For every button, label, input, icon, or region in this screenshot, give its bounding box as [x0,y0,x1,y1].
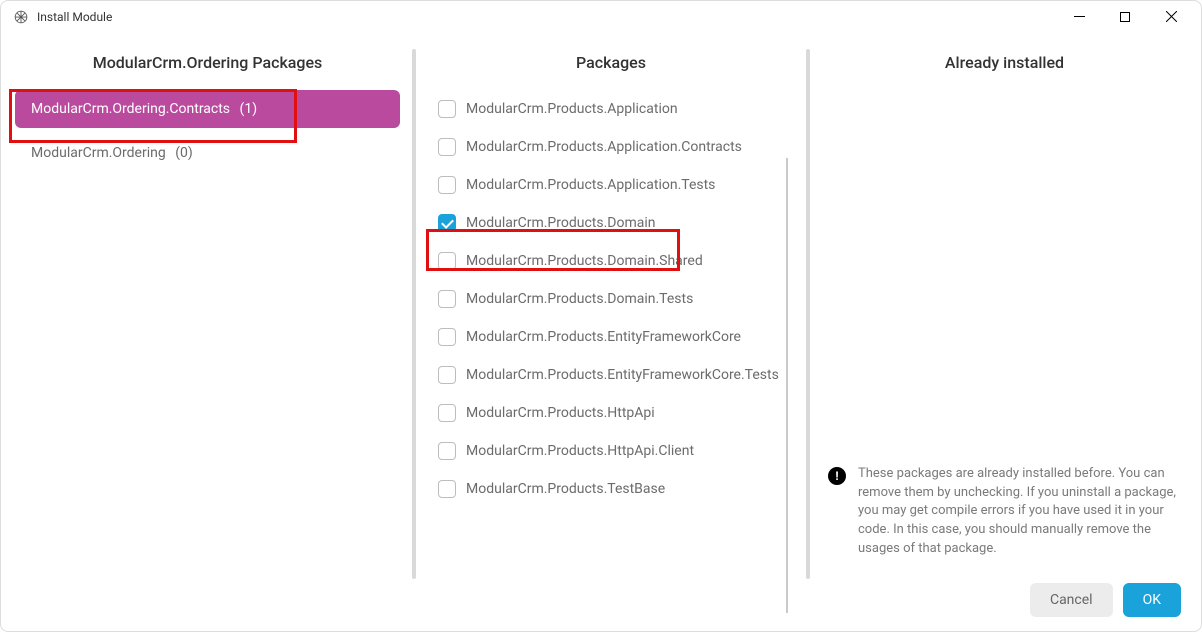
ordering-package-label: ModularCrm.Ordering.Contracts [31,101,230,117]
package-label: ModularCrm.Products.Domain.Tests [466,291,693,307]
checkbox[interactable] [438,404,456,422]
package-label: ModularCrm.Products.Application [466,101,678,117]
checkbox[interactable] [438,328,456,346]
right-body: ! These packages are already installed b… [810,90,1199,631]
ordering-packages-column: ModularCrm.Ordering Packages ModularCrm.… [3,39,412,631]
package-item[interactable]: ModularCrm.Products.EntityFrameworkCore [434,318,788,356]
package-item[interactable]: ModularCrm.Products.HttpApi [434,394,788,432]
checkbox[interactable] [438,290,456,308]
ordering-package-ordering[interactable]: ModularCrm.Ordering (0) [15,134,400,172]
ordering-package-count: (0) [175,145,193,161]
checkbox[interactable] [438,480,456,498]
package-label: ModularCrm.Products.EntityFrameworkCore [466,329,741,345]
ok-button[interactable]: OK [1123,583,1181,617]
package-item[interactable]: ModularCrm.Products.TestBase [434,470,788,508]
checkbox[interactable] [438,366,456,384]
close-button[interactable] [1157,3,1185,31]
package-label: ModularCrm.Products.Application.Contract… [466,139,742,155]
maximize-button[interactable] [1111,3,1139,31]
info-message: ! These packages are already installed b… [828,465,1181,559]
checkbox[interactable] [438,176,456,194]
checkbox[interactable] [438,138,456,156]
window-controls [1065,3,1185,31]
package-item[interactable]: ModularCrm.Products.HttpApi.Client [434,432,788,470]
packages-column: Packages ModularCrm.Products.Application… [416,39,806,631]
middle-column-header: Packages [416,39,806,90]
ordering-package-count: (1) [240,101,258,117]
package-item[interactable]: ModularCrm.Products.Domain [434,204,788,242]
ordering-package-contracts[interactable]: ModularCrm.Ordering.Contracts (1) [15,90,400,128]
content-area: ModularCrm.Ordering Packages ModularCrm.… [1,33,1201,631]
package-label: ModularCrm.Products.Domain [466,215,655,231]
checkbox[interactable] [438,214,456,232]
package-label: ModularCrm.Products.HttpApi [466,405,655,421]
package-item[interactable]: ModularCrm.Products.Domain.Shared [434,242,788,280]
left-column-header: ModularCrm.Ordering Packages [3,39,412,90]
package-item[interactable]: ModularCrm.Products.Application.Contract… [434,128,788,166]
package-label: ModularCrm.Products.EntityFrameworkCore.… [466,367,779,383]
package-item[interactable]: ModularCrm.Products.EntityFrameworkCore.… [434,356,788,394]
packages-list: ModularCrm.Products.Application ModularC… [416,90,806,508]
package-label: ModularCrm.Products.Domain.Shared [466,253,703,269]
title-bar: Install Module [1,1,1201,33]
package-label: ModularCrm.Products.TestBase [466,481,665,497]
ordering-package-label: ModularCrm.Ordering [31,145,166,161]
dialog-buttons: Cancel OK [828,583,1181,617]
app-icon [13,9,29,25]
package-item[interactable]: ModularCrm.Products.Domain.Tests [434,280,788,318]
ordering-packages-list: ModularCrm.Ordering.Contracts (1) Modula… [3,90,412,178]
already-installed-column: Already installed ! These packages are a… [810,39,1199,631]
package-item[interactable]: ModularCrm.Products.Application [434,90,788,128]
minimize-button[interactable] [1065,3,1093,31]
right-column-header: Already installed [810,39,1199,90]
checkbox[interactable] [438,442,456,460]
package-label: ModularCrm.Products.HttpApi.Client [466,443,694,459]
info-text: These packages are already installed bef… [858,465,1181,559]
checkbox[interactable] [438,252,456,270]
cancel-button[interactable]: Cancel [1030,583,1113,617]
window-title: Install Module [37,10,1065,24]
package-item[interactable]: ModularCrm.Products.Application.Tests [434,166,788,204]
checkbox[interactable] [438,100,456,118]
info-icon: ! [828,467,846,485]
package-label: ModularCrm.Products.Application.Tests [466,177,715,193]
